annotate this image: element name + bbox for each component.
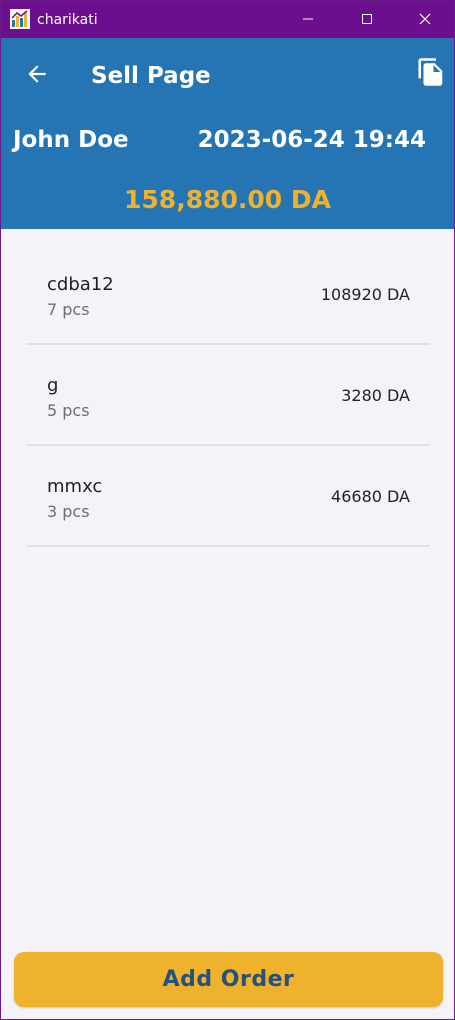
list-item[interactable]: cdba12 7 pcs 108920 DA	[27, 244, 430, 345]
close-icon	[419, 10, 431, 29]
item-price: 108920 DA	[320, 285, 410, 304]
close-button[interactable]	[396, 1, 454, 38]
list-item[interactable]: g 5 pcs 3280 DA	[27, 345, 430, 446]
window-title: charikati	[37, 12, 98, 28]
item-quantity: 5 pcs	[47, 401, 90, 420]
maximize-button[interactable]	[338, 1, 396, 38]
maximize-icon	[361, 10, 373, 29]
list-item[interactable]: mmxc 3 pcs 46680 DA	[27, 446, 430, 547]
copy-button[interactable]	[413, 56, 449, 92]
item-quantity: 7 pcs	[47, 300, 90, 319]
copy-document-icon	[416, 57, 446, 91]
customer-name: John Doe	[13, 127, 129, 153]
item-price: 3280 DA	[341, 386, 410, 405]
item-quantity: 3 pcs	[47, 502, 90, 521]
add-order-button[interactable]: Add Order	[14, 952, 443, 1007]
minimize-button[interactable]	[279, 1, 337, 38]
charikati-app-icon	[10, 9, 30, 29]
sale-datetime: 2023-06-24 19:44	[197, 127, 426, 153]
sell-header: Sell Page John Doe 2023-06-24 19:44 158,…	[1, 38, 454, 229]
item-price: 46680 DA	[331, 487, 410, 506]
arrow-left-icon	[24, 61, 50, 91]
item-name: cdba12	[47, 274, 114, 295]
app-window: charikati Sell Page John Doe 2023-06-24 …	[0, 0, 455, 1020]
sale-total: 158,880.00 DA	[124, 185, 331, 214]
item-name: mmxc	[47, 476, 103, 497]
item-name: g	[47, 375, 59, 396]
window-titlebar[interactable]: charikati	[1, 1, 454, 38]
page-title: Sell Page	[91, 63, 211, 89]
minimize-icon	[302, 10, 314, 29]
back-button[interactable]	[21, 60, 53, 92]
order-items-list: cdba12 7 pcs 108920 DA g 5 pcs 3280 DA m…	[27, 244, 430, 547]
